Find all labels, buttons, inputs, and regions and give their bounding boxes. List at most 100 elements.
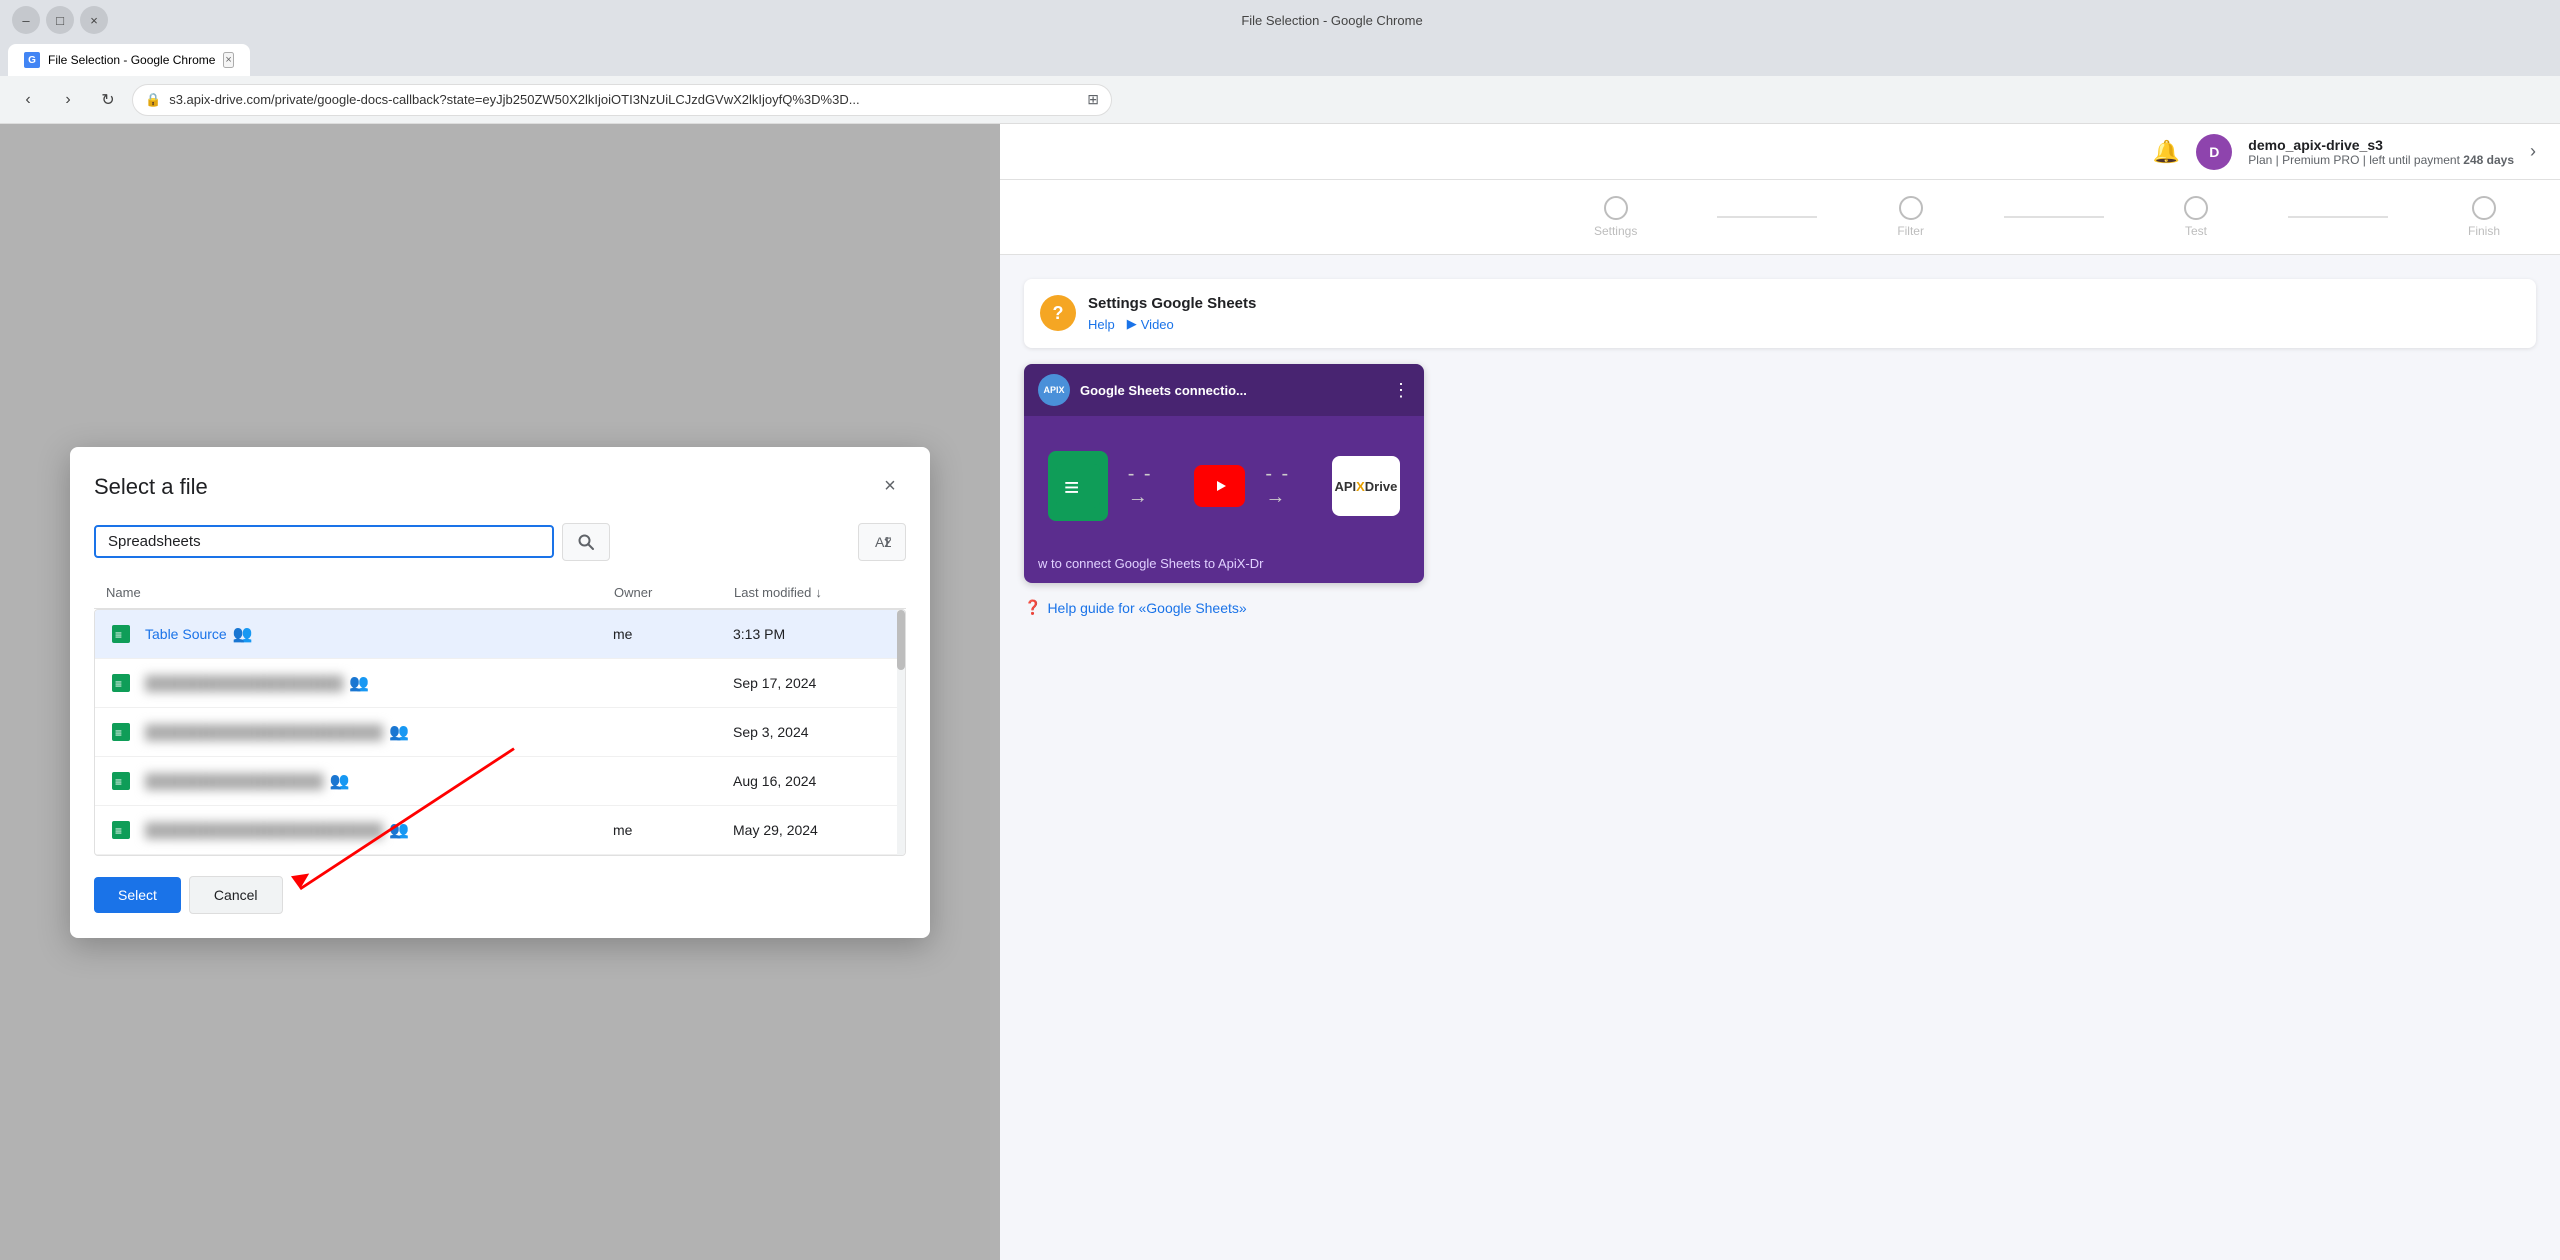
sort-icon: AZ [873,533,891,551]
list-item[interactable]: ≡ ████████████████████████ 👥 me May 29, … [95,806,905,855]
video-title: Google Sheets connectio... [1080,383,1382,398]
help-guide-link[interactable]: ❓ Help guide for «Google Sheets» [1024,599,2536,616]
file-date: Aug 16, 2024 [733,773,893,789]
svg-text:≡: ≡ [115,775,122,789]
file-name: ██████████████████ 👥 [145,771,613,791]
google-sheets-icon: ≡ [1048,451,1108,521]
list-item[interactable]: ≡ ████████████████████ 👥 Sep 17, 2024 [95,659,905,708]
browser-controls: – □ × [12,6,108,34]
translate-icon[interactable]: ⊞ [1087,91,1099,108]
apix-content: ? Settings Google Sheets Help ▶ Video [1000,255,2560,1260]
address-bar[interactable]: 🔒 s3.apix-drive.com/private/google-docs-… [132,84,1112,116]
col-name-header: Name [106,585,614,600]
col-modified-header: Last modified ↓ [734,585,894,600]
step-circle [1899,196,1923,220]
step-label: Finish [2468,224,2500,238]
sort-button[interactable]: AZ [858,523,906,561]
file-owner: me [613,626,733,642]
user-avatar: D [2196,134,2232,170]
tab-close-button[interactable]: × [223,52,233,68]
channel-icon: APIX [1038,374,1070,406]
apix-logo: APIXDrive [1332,456,1400,516]
tab-favicon: G [24,52,40,68]
spreadsheet-icon: ≡ [107,718,135,746]
google-docs-panel: Select a file × [0,124,1000,1260]
connector-dashes: - - → [1128,463,1174,509]
cancel-button[interactable]: Cancel [189,876,283,914]
dialog-overlay: Select a file × [0,124,1000,1260]
svg-text:≡: ≡ [115,677,122,691]
address-text: s3.apix-drive.com/private/google-docs-ca… [169,92,1079,107]
apix-topbar: 🔔 D demo_apix-drive_s3 Plan | Premium PR… [1000,124,2560,180]
refresh-button[interactable]: ↻ [92,84,124,116]
notification-bell-icon[interactable]: 🔔 [2153,139,2180,165]
step-filter: Filter [1897,196,1924,238]
dialog-title: Select a file [94,474,208,500]
shared-icon: 👥 [349,673,369,693]
tab-title: File Selection - Google Chrome [48,53,215,67]
active-tab[interactable]: G File Selection - Google Chrome × [8,44,250,76]
step-circle [1604,196,1628,220]
apix-panel: 🔔 D demo_apix-drive_s3 Plan | Premium PR… [1000,124,2560,1260]
user-name: demo_apix-drive_s3 [2248,137,2514,153]
youtube-play-button[interactable] [1194,465,1245,507]
help-links: Help ▶ Video [1088,316,1256,332]
video-text: Video [1141,317,1174,332]
sort-arrow-icon: ↓ [815,585,822,600]
step-line [2004,216,2104,218]
browser-title: File Selection - Google Chrome [1241,13,1422,28]
file-table-header: Name Owner Last modified ↓ [94,577,906,609]
chevron-right-icon[interactable]: › [2530,141,2536,162]
tab-bar: G File Selection - Google Chrome × [0,40,2560,76]
file-list: ≡ Table Source 👥 me 3:13 PM [94,609,906,856]
maximize-button[interactable]: □ [46,6,74,34]
scrollbar-track [897,610,905,855]
list-item[interactable]: ≡ ██████████████████ 👥 Aug 16, 2024 [95,757,905,806]
svg-text:≡: ≡ [115,628,122,642]
help-link[interactable]: Help [1088,316,1115,332]
back-button[interactable]: ‹ [12,84,44,116]
file-date: May 29, 2024 [733,822,893,838]
content-area: Select a file × [0,124,2560,1260]
step-test: Test [2184,196,2208,238]
dialog-close-button[interactable]: × [874,471,906,503]
step-label: Test [2185,224,2207,238]
file-name: ████████████████████ 👥 [145,673,613,693]
search-button[interactable] [562,523,610,561]
step-label: Filter [1897,224,1924,238]
step-circle [2472,196,2496,220]
help-guide-icon: ❓ [1024,599,1041,616]
search-icon [577,533,595,551]
connector-dashes-2: - - → [1265,463,1311,509]
video-more-icon[interactable]: ⋮ [1392,380,1410,401]
browser-titlebar: – □ × File Selection - Google Chrome [0,0,2560,40]
list-item[interactable]: ≡ Table Source 👥 me 3:13 PM [95,610,905,659]
address-bar-row: ‹ › ↻ 🔒 s3.apix-drive.com/private/google… [0,76,2560,124]
minimize-button[interactable]: – [12,6,40,34]
search-input[interactable] [94,525,554,558]
user-info: demo_apix-drive_s3 Plan | Premium PRO | … [2248,137,2514,167]
help-texts: Settings Google Sheets Help ▶ Video [1088,295,1256,332]
dialog-search-row: AZ [94,523,906,561]
svg-text:≡: ≡ [115,824,122,838]
spreadsheet-icon: ≡ [107,620,135,648]
dialog-header: Select a file × [94,471,906,503]
user-plan: Plan | Premium PRO | left until payment … [2248,153,2514,167]
video-card: APIX Google Sheets connectio... ⋮ ≡ - - [1024,364,1424,583]
help-card: ? Settings Google Sheets Help ▶ Video [1024,279,2536,348]
steps-bar: Settings Filter Test Finish [1000,180,2560,255]
video-link[interactable]: ▶ Video [1127,316,1174,332]
step-settings: Settings [1594,196,1637,238]
close-button[interactable]: × [80,6,108,34]
svg-text:≡: ≡ [115,726,122,740]
select-button[interactable]: Select [94,877,181,913]
step-finish: Finish [2468,196,2500,238]
shared-icon: 👥 [233,624,253,644]
list-item[interactable]: ≡ ████████████████████████ 👥 Sep 3, 2024 [95,708,905,757]
video-body: ≡ - - → - - → APIXDrive [1024,416,1424,556]
help-title: Settings Google Sheets [1088,295,1256,312]
help-guide-text: Help guide for «Google Sheets» [1047,600,1246,616]
forward-button[interactable]: › [52,84,84,116]
scrollbar-thumb[interactable] [897,610,905,670]
file-name: ████████████████████████ 👥 [145,722,613,742]
